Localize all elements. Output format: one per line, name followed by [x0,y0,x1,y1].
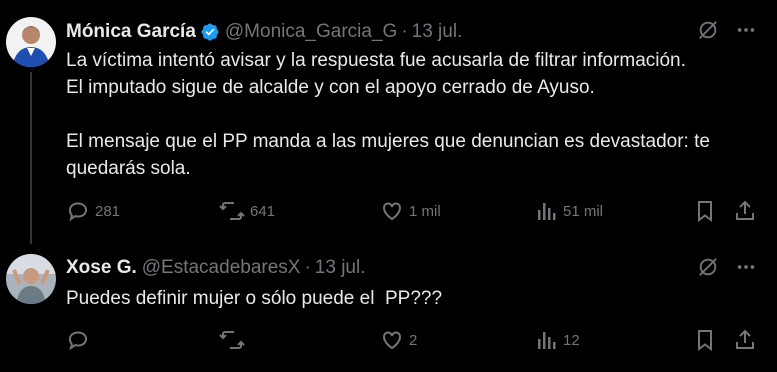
reply-button[interactable] [66,328,95,352]
like-button[interactable]: 2 [380,328,417,352]
more-icon[interactable] [735,19,757,41]
separator: · [304,257,311,278]
share-icon [736,329,754,349]
grok-icon[interactable] [697,19,719,41]
tweet-top-actions [697,256,757,278]
separator: · [401,21,408,42]
repost-icon [219,202,245,220]
bookmark-icon [698,201,712,222]
views-count: 51 mil [563,202,604,220]
tweet-header: Mónica García @Monica_Garcia_G · 13 jul. [66,21,462,43]
author-handle[interactable]: @Monica_Garcia_G [225,21,397,43]
like-count: 2 [409,331,418,349]
grok-icon[interactable] [697,256,719,278]
tweet[interactable]: Mónica García @Monica_Garcia_G · 13 jul.… [0,0,777,244]
author-handle[interactable]: @EstacadebaresX [142,257,301,279]
repost-button[interactable]: 641 [219,199,275,223]
like-icon [383,202,401,221]
tweet-reply[interactable]: Xose G. @EstacadebaresX · 13 jul. Puedes… [0,244,777,372]
share-button[interactable] [734,199,756,223]
bookmark-button[interactable] [694,328,716,352]
share-button[interactable] [734,328,756,352]
author-name[interactable]: Mónica García [66,21,196,43]
avatar[interactable] [6,17,56,67]
views-icon [538,332,556,349]
reply-button[interactable]: 281 [66,199,120,223]
timestamp[interactable]: 13 jul. [412,21,463,43]
like-count: 1 mil [409,202,441,220]
bookmark-button[interactable] [694,199,716,223]
reply-icon [68,202,88,222]
like-button[interactable]: 1 mil [380,199,441,223]
reply-icon [68,331,88,351]
tweet-header: Xose G. @EstacadebaresX · 13 jul. [66,257,366,279]
views-button[interactable]: 51 mil [536,199,603,223]
share-icon [736,200,754,220]
avatar[interactable] [6,254,56,304]
tweet-text: La víctima intentó avisar y la respuesta… [66,50,710,179]
like-icon [383,331,401,350]
verified-badge-icon [200,22,220,42]
views-count: 12 [563,331,580,349]
tweet-actions: 281 641 1 mil 51 mil [66,199,756,223]
tweet-top-actions [697,19,757,41]
repost-icon [219,331,245,349]
repost-button[interactable] [219,328,250,352]
timestamp[interactable]: 13 jul. [315,257,366,279]
author-name[interactable]: Xose G. [66,257,137,279]
thread-line [30,72,32,244]
reply-count: 281 [95,202,121,220]
repost-count: 641 [250,202,276,220]
tweet-text: Puedes definir mujer o sólo puede el PP?… [66,288,443,309]
tweet-actions: 2 12 [66,328,756,352]
views-icon [538,203,556,220]
more-icon[interactable] [735,256,757,278]
views-button[interactable]: 12 [536,328,580,352]
bookmark-icon [698,330,712,351]
